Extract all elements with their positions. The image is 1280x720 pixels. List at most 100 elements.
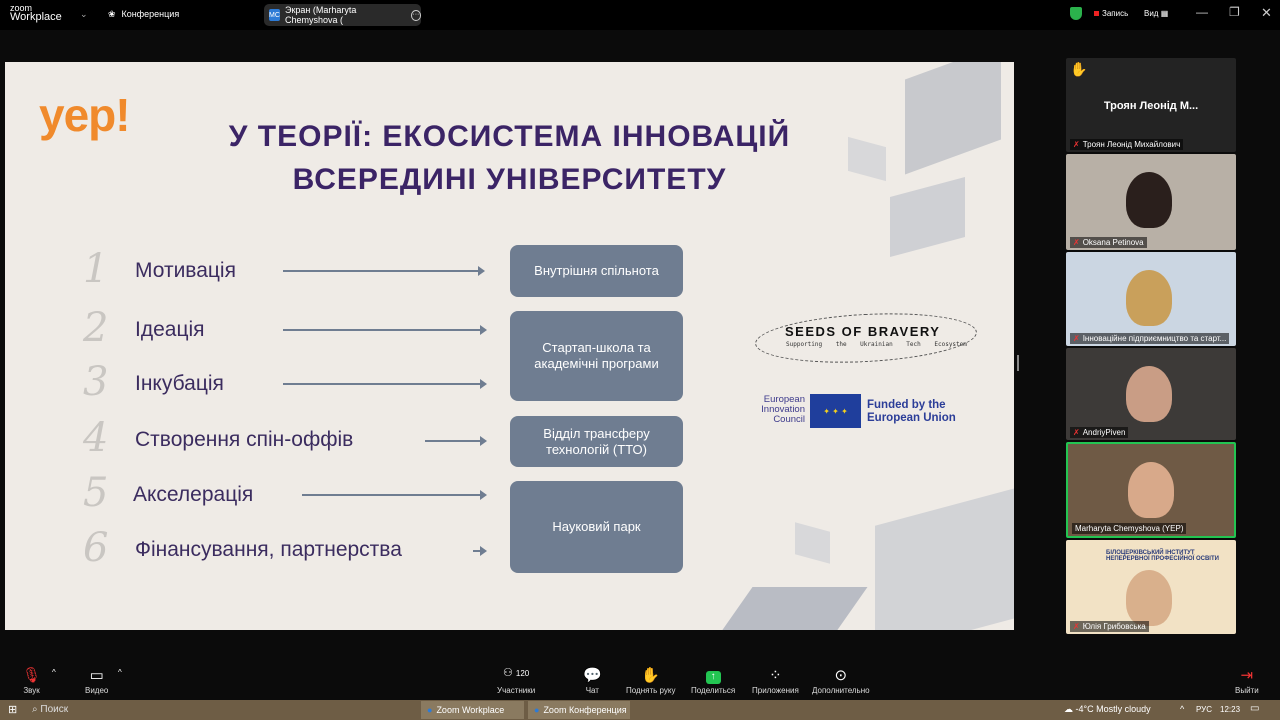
camera-icon: ▭ [89,667,104,684]
more-icon: ⊙ [834,667,848,684]
chat-icon: 💬 [583,667,602,684]
participant-tile[interactable]: ✋ Троян Леонід М... ✗ Троян Леонід Михайл… [1066,58,1236,152]
weather-widget[interactable]: ☁ -4°C Mostly cloudy [1064,704,1151,715]
task-label: Zoom Workplace [436,705,505,715]
ecosystem-box: Відділ трансферу технологій (ТТО) [510,416,683,467]
more-button[interactable]: ⊙ Дополнительно [812,666,870,695]
participant-name: ✗ Юлія Грибовська [1070,621,1149,632]
recording-indicator[interactable]: Запись [1094,9,1128,18]
ecosystem-box: Науковий парк [510,481,683,573]
share-label: Поделиться [691,686,736,695]
leave-label: Выйти [1235,686,1259,695]
seeds-subtitle: Supporting the Ukrainian Tech Ecosystem [786,341,967,348]
minimize-button[interactable]: — [1196,5,1208,19]
resize-handle[interactable] [1017,355,1019,371]
muted-mic-icon: ✗ [1073,140,1080,149]
shared-slide: yep! У ТЕОРІЇ: ЕКОСИСТЕМА ІННОВАЦІЙ ВСЕР… [5,62,1014,630]
stage-label: Ідеація [135,318,205,341]
raise-hand-label: Поднять руку [626,686,676,695]
shield-icon[interactable] [1070,7,1082,20]
share-button[interactable]: ↑ Поделиться [691,666,735,695]
video-feed [1126,270,1172,326]
record-icon [1094,11,1099,16]
zoom-icon: ● [534,705,540,715]
seeds-of-bravery-logo: SEEDS OF BRAVERY [785,324,941,339]
participant-name: ✗ Інноваційне підприємництво та старт... [1070,333,1230,344]
participant-name-text: Троян Леонід Михайлович [1082,140,1181,149]
cube-decoration [875,488,1014,630]
meeting-tab[interactable]: ❀ Конференция [108,9,179,20]
arrow [283,266,485,276]
arrow [473,546,487,556]
maximize-button[interactable]: ❐ [1229,5,1240,19]
logo-big: Workplace [10,11,62,23]
chevron-down-icon[interactable]: ⌄ [80,9,88,20]
muted-mic-icon: ✗ [1073,428,1080,437]
stage-number: 1 [83,246,109,292]
weather-label: -4°C Mostly cloudy [1075,704,1151,714]
windows-start-icon[interactable]: ⊞ [8,703,17,716]
virtual-background-text: БІЛОЦЕРКІВСЬКИЙ ІНСТИТУТ НЕПЕРЕРВНОЇ ПРО… [1106,550,1219,562]
participant-tile[interactable]: ✗ Інноваційне підприємництво та старт... [1066,252,1236,346]
video-button[interactable]: ▭ Видео [85,666,108,695]
participants-label: Участники [497,686,536,695]
taskbar-search[interactable]: ⌕ Поиск [32,704,68,715]
video-feed [1126,570,1172,626]
view-button[interactable]: Вид ▦ [1144,9,1168,18]
participants-count: 120 [515,669,530,678]
cube-decoration [905,62,1001,175]
video-feed [1126,366,1172,422]
participant-tile[interactable]: ✗ Oksana Petinova [1066,154,1236,250]
people-icon: ❀ [108,9,116,19]
raise-hand-button[interactable]: ✋ Поднять руку [626,666,675,695]
screen-share-chip[interactable]: MC Экран (Marharyta Chemyshova (··· [264,4,421,26]
stage-number: 2 [83,305,109,351]
participant-name-text: Oksana Petinova [1082,238,1144,247]
chat-label: Чат [585,686,599,695]
taskbar-zoom-meeting[interactable]: ● Zoom Конференция [528,701,630,719]
apps-button[interactable]: ⁘ Приложения [752,666,799,695]
more-icon[interactable]: ··· [410,9,421,21]
video-options-chevron[interactable]: ^ [118,668,122,677]
participants-button[interactable]: ⚇ 120 Участники [497,666,535,695]
participant-tile-active-speaker[interactable]: Marharyta Chemyshova (YEP) [1066,442,1236,538]
participant-tile[interactable]: ✗ AndriyPiven [1066,348,1236,440]
clock[interactable]: 12:23 [1220,705,1240,714]
recording-label: Запись [1102,9,1129,18]
audio-button[interactable]: 🎙 Звук [22,666,41,695]
cube-decoration [717,587,868,630]
participant-tile[interactable]: БІЛОЦЕРКІВСЬКИЙ ІНСТИТУТ НЕПЕРЕРВНОЇ ПРО… [1066,540,1236,634]
participant-name-text: Юлія Грибовська [1082,622,1146,631]
participants-icon: ⚇ 120 [502,667,530,679]
arrow [283,379,487,389]
apps-label: Приложения [752,686,799,695]
language-indicator[interactable]: РУС [1196,705,1212,714]
audio-options-chevron[interactable]: ^ [52,668,56,677]
video-feed [1126,172,1172,228]
muted-mic-icon: ✗ [1073,238,1080,247]
leave-button[interactable]: ⇥ Выйти [1235,666,1259,695]
tray-chevron-icon[interactable]: ^ [1180,704,1184,714]
stage-label: Мотивація [135,259,236,282]
taskbar-zoom-workplace[interactable]: ● Zoom Workplace [421,701,524,719]
notification-icon[interactable]: ▭ [1250,703,1259,714]
zoom-icon: ● [427,705,433,715]
audio-label: Звук [23,686,40,695]
stage-label: Акселерація [133,483,254,506]
chat-button[interactable]: 💬 Чат [583,666,602,695]
participant-name-text: Інноваційне підприємництво та старт... [1082,334,1227,343]
task-label: Zoom Конференция [543,705,627,715]
participant-name: Marharyta Chemyshova (YEP) [1072,523,1187,534]
eu-flag-icon: ✦ ✦ ✦ [810,394,861,428]
stage-number: 6 [83,525,109,571]
meeting-label: Конференция [121,9,180,19]
hand-icon: ✋ [641,667,661,684]
search-placeholder: Поиск [40,704,69,715]
avatar: MC [269,9,280,21]
participant-name: ✗ Троян Леонід Михайлович [1070,139,1184,150]
title-bar [0,0,1280,30]
close-button[interactable]: ✕ [1261,5,1272,21]
participant-name: ✗ Oksana Petinova [1070,237,1147,248]
stage-number: 5 [83,470,109,516]
stage-number: 4 [83,415,109,461]
